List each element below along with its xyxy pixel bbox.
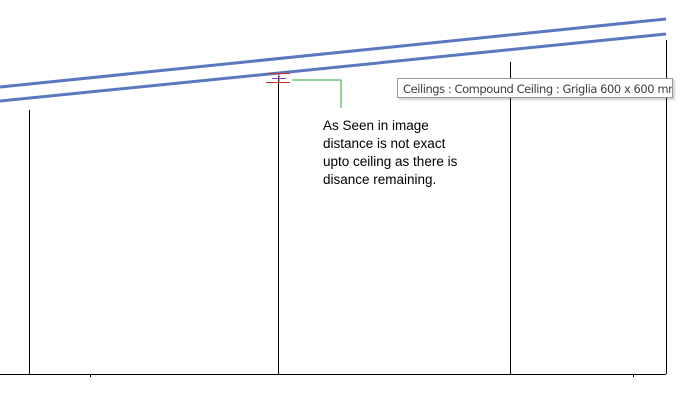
element-tooltip: Ceilings : Compound Ceiling : Griglia 60… xyxy=(397,78,673,98)
drawing-canvas[interactable] xyxy=(0,0,700,400)
annotation-line: disance remaining. xyxy=(323,172,437,187)
ceiling-upper-edge[interactable] xyxy=(0,17,667,89)
annotation-line: distance is not exact xyxy=(323,136,446,151)
leader-line xyxy=(292,79,342,108)
annotation-text: As Seen in image distance is not exact u… xyxy=(323,117,483,189)
annotation-line: As Seen in image xyxy=(323,118,429,133)
annotation-line: upto ceiling as there is xyxy=(323,154,458,169)
